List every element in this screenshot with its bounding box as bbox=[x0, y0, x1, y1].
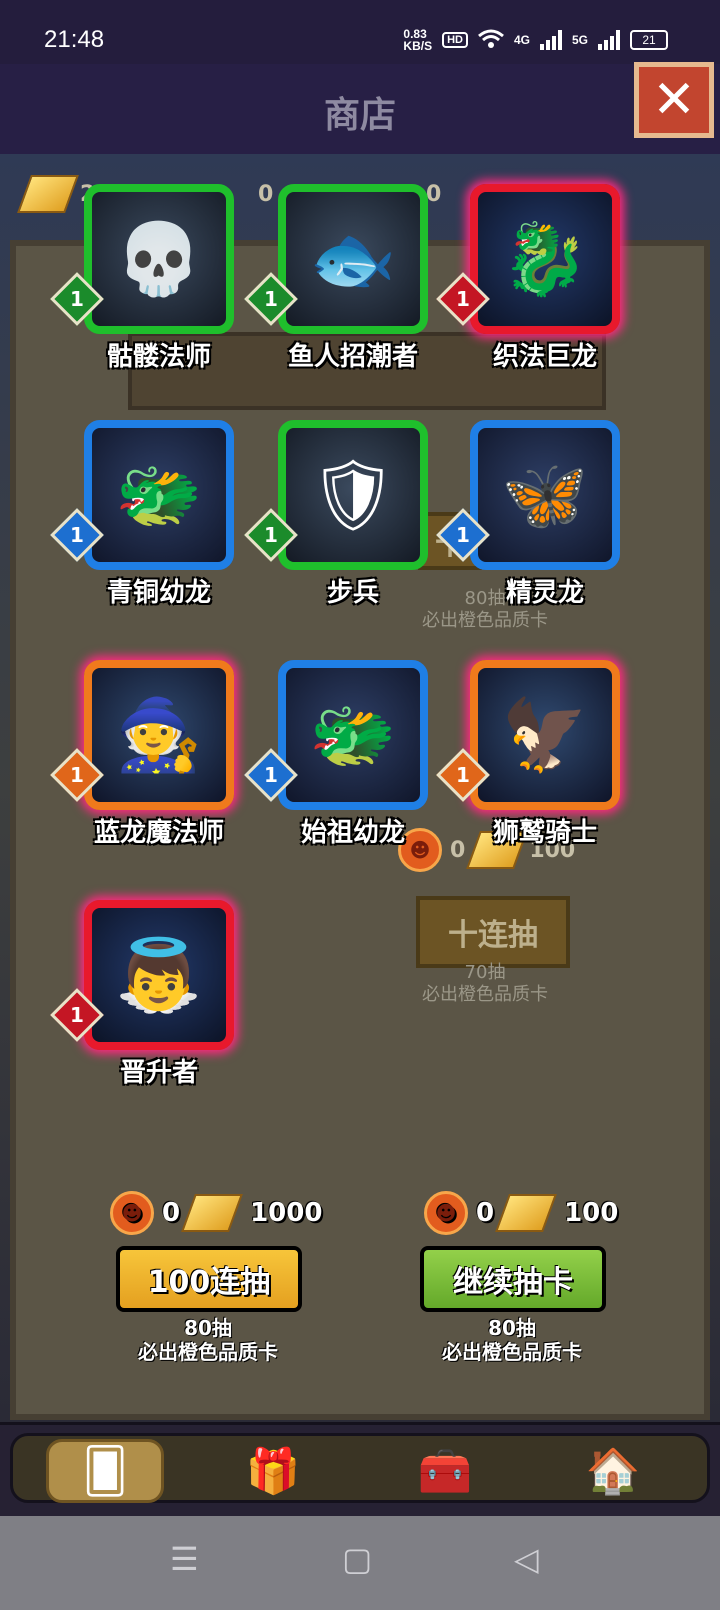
bg-currency-mid: 0 bbox=[258, 181, 274, 207]
battery-icon: 21 bbox=[630, 30, 668, 50]
coin-amount: 0 bbox=[476, 1198, 495, 1228]
draw-cost-right: ☻ 0 100 bbox=[424, 1188, 618, 1238]
primal-whelp-icon: 🐲 bbox=[309, 693, 397, 776]
draw-cost-left: ☻ 0 1000 bbox=[110, 1188, 322, 1238]
gold-ingot-icon bbox=[495, 1194, 558, 1232]
gold-amount: 1000 bbox=[250, 1198, 323, 1228]
demon-coin-icon: ☻ bbox=[110, 1191, 154, 1235]
status-icons: 0.83 KB/S HD 4G 5G 21 bbox=[403, 28, 668, 52]
home-icon[interactable]: ▢ bbox=[342, 1540, 372, 1578]
card-ascendant[interactable]: 👼 bbox=[84, 900, 234, 1050]
murloc-tidecaller-icon: 🐟 bbox=[309, 217, 397, 300]
bronze-whelp-icon: 🐲 bbox=[115, 453, 203, 536]
signal-icon bbox=[539, 30, 562, 50]
tab-shop[interactable]: 🏠 bbox=[568, 1439, 658, 1503]
network-5g-label: 5G bbox=[571, 33, 588, 47]
card-name: 织法巨龙 bbox=[492, 342, 597, 372]
system-nav-bar: ☰ ▢ ◁ bbox=[0, 1516, 720, 1610]
card-name: 骷髅法师 bbox=[106, 342, 211, 372]
card-primal-whelp[interactable]: 🐲 bbox=[278, 660, 428, 810]
card-name: 始祖幼龙 bbox=[300, 818, 405, 848]
network-speed: 0.83 KB/S bbox=[403, 27, 433, 53]
signal-icon bbox=[598, 30, 620, 50]
clock: 21:48 bbox=[44, 26, 105, 53]
menu-icon[interactable]: ☰ bbox=[170, 1540, 199, 1578]
card-murloc-tidecaller[interactable]: 🐟 bbox=[278, 184, 428, 334]
bottom-tab-bar: 🂠 🎁 🧰 🏠 bbox=[0, 1422, 720, 1519]
card-footman[interactable]: 🛡 bbox=[278, 420, 428, 570]
card-pack-icon: 🂠 bbox=[82, 1445, 128, 1497]
gold-ingot-icon bbox=[181, 1194, 244, 1232]
hd-icon: HD bbox=[442, 32, 468, 48]
bg-currency-right: 0 bbox=[426, 181, 442, 207]
card-name: 青铜幼龙 bbox=[106, 578, 211, 608]
card-name: 晋升者 bbox=[119, 1058, 198, 1088]
close-x-icon: ✕ bbox=[652, 70, 696, 130]
back-icon[interactable]: ◁ bbox=[514, 1540, 539, 1578]
gold-ingot-icon bbox=[17, 175, 79, 213]
close-button[interactable]: ✕ bbox=[634, 62, 714, 138]
page-title: 商店 bbox=[323, 95, 396, 136]
continue-draw-button[interactable]: 继续抽卡 bbox=[420, 1246, 606, 1312]
draw-100-button[interactable]: 100连抽 bbox=[116, 1246, 302, 1312]
card-bronze-whelp[interactable]: 🐲 bbox=[84, 420, 234, 570]
background-ten-draw-button: 十连抽 bbox=[416, 896, 570, 968]
faerie-dragon-icon: 🦋 bbox=[501, 453, 589, 536]
treasure-chest-icon: 🧰 bbox=[417, 1446, 473, 1497]
tab-treasure[interactable]: 🧰 bbox=[400, 1439, 490, 1503]
wifi-icon bbox=[478, 29, 504, 52]
card-spellweaver-dragon[interactable]: 🐉 bbox=[470, 184, 620, 334]
draw-right-info: 80抽 必出橙色品质卡 bbox=[442, 1316, 582, 1364]
card-skeleton-mage[interactable]: 💀 bbox=[84, 184, 234, 334]
card-blue-dragon-mage[interactable]: 🧙 bbox=[84, 660, 234, 810]
tab-card-pack[interactable]: 🂠 bbox=[46, 1439, 164, 1503]
card-name: 精灵龙 bbox=[505, 578, 584, 608]
shop-house-icon: 🏠 bbox=[585, 1446, 641, 1497]
ascendant-icon: 👼 bbox=[115, 933, 203, 1016]
demon-coin-icon: ☻ bbox=[424, 1191, 468, 1235]
footman-icon: 🛡 bbox=[308, 453, 398, 536]
coin-amount: 0 bbox=[162, 1198, 181, 1228]
card-name: 步兵 bbox=[326, 578, 379, 608]
tab-gift[interactable]: 🎁 bbox=[228, 1439, 318, 1503]
card-gryphon-rider[interactable]: 🦅 bbox=[470, 660, 620, 810]
draw-left-info: 80抽 必出橙色品质卡 bbox=[138, 1316, 278, 1364]
gold-amount: 100 bbox=[564, 1198, 619, 1228]
gryphon-rider-icon: 🦅 bbox=[501, 693, 589, 776]
card-faerie-dragon[interactable]: 🦋 bbox=[470, 420, 620, 570]
background-draw-info: 70抽 必出橙色品质卡 bbox=[422, 962, 548, 1005]
skeleton-mage-icon: 💀 bbox=[115, 217, 203, 300]
status-bar: 21:48 0.83 KB/S HD 4G 5G 21 bbox=[0, 0, 720, 64]
card-name: 鱼人招潮者 bbox=[287, 342, 418, 372]
shop-header: 商店 bbox=[0, 64, 720, 158]
gift-box-icon: 🎁 bbox=[245, 1446, 301, 1497]
card-name: 蓝龙魔法师 bbox=[93, 818, 224, 848]
network-4g-label: 4G bbox=[513, 33, 530, 47]
blue-dragon-mage-icon: 🧙 bbox=[115, 693, 203, 776]
card-name: 狮鹫骑士 bbox=[492, 818, 597, 848]
spellweaver-dragon-icon: 🐉 bbox=[501, 217, 589, 300]
